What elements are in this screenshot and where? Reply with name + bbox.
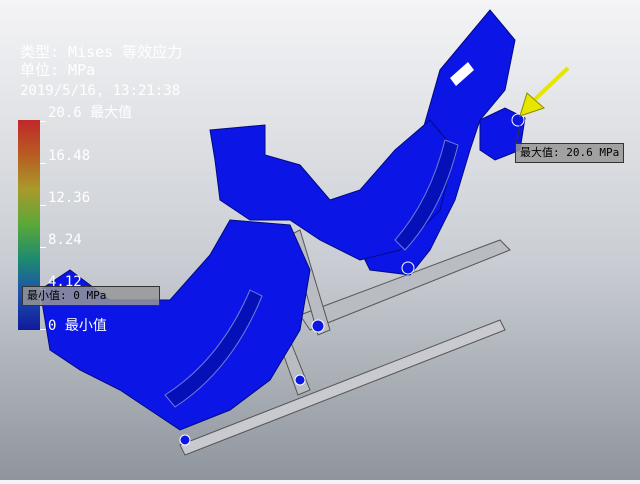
min-value-probe[interactable]: 最小值: 0 MPa	[22, 286, 160, 306]
legend-tick-label: 12.36	[48, 190, 91, 206]
legend-tickmark	[40, 163, 46, 164]
result-type-label: 类型: Mises 等效应力	[20, 43, 183, 61]
legend-tickmark	[40, 247, 46, 248]
legend-tick-label: 16.48	[48, 148, 91, 164]
stress-model	[39, 9, 570, 456]
legend-tick-label: 8.24	[48, 232, 82, 248]
pin-2	[311, 319, 325, 333]
pin-1	[401, 261, 415, 275]
result-timestamp: 2019/5/16, 13:21:38	[20, 83, 181, 99]
max-value-probe[interactable]: 最大值: 20.6 MPa	[515, 143, 625, 163]
legend-tickmark	[40, 205, 46, 206]
result-unit-label: 单位: MPa	[20, 61, 96, 79]
load-arrow-icon	[519, 66, 570, 117]
legend-max-label: 20.6 最大值	[48, 105, 133, 121]
pin-3	[294, 374, 306, 386]
pin-4	[179, 434, 191, 446]
legend-tickmark	[40, 329, 46, 330]
legend-tickmark	[40, 121, 46, 122]
pin-max	[511, 113, 525, 127]
model-viewport[interactable]	[0, 0, 640, 480]
legend-min-label: 0 最小值	[48, 318, 107, 334]
